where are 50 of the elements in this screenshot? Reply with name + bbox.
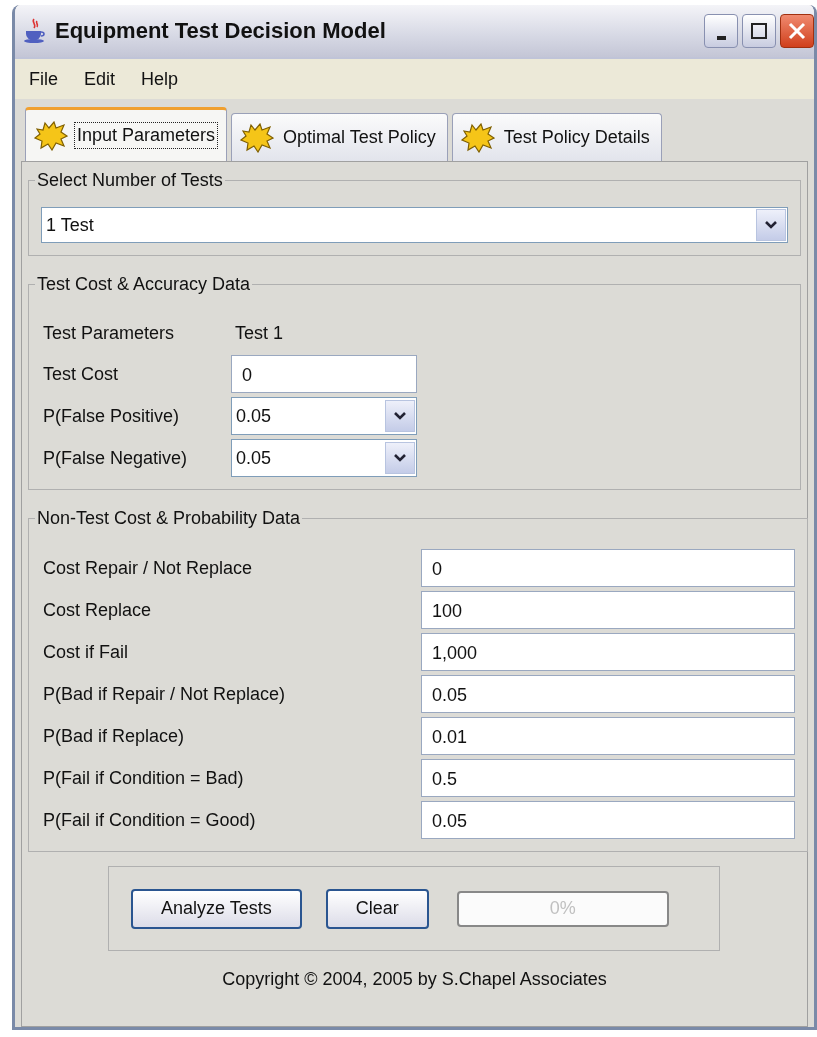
- input-field[interactable]: 0.05: [421, 801, 795, 839]
- close-button[interactable]: [780, 14, 814, 48]
- progress-text: 0%: [549, 898, 576, 919]
- input-field[interactable]: 1,000: [421, 633, 795, 671]
- field-label: Cost Replace: [42, 599, 153, 621]
- menu-item[interactable]: Help: [141, 68, 205, 90]
- starburst-icon: [460, 122, 495, 153]
- coffee-cup-icon: [23, 18, 47, 44]
- field-label: P(False Positive): [42, 405, 181, 427]
- field-label: Cost Repair / Not Replace: [42, 557, 254, 579]
- group-title: Select Number of Tests: [36, 170, 224, 191]
- push-button[interactable]: Analyze Tests: [131, 888, 302, 929]
- input-field[interactable]: 0.01: [421, 717, 795, 755]
- input-field[interactable]: 0: [421, 549, 795, 587]
- field-label: P(Bad if Replace): [42, 725, 186, 747]
- menu-item[interactable]: File: [29, 68, 84, 90]
- column-header: Test Parameters: [42, 322, 176, 344]
- input-field[interactable]: 0.5: [421, 759, 795, 797]
- starburst-icon: [34, 120, 68, 151]
- input-field[interactable]: 0.05: [421, 675, 795, 713]
- group-title: Test Cost & Accuracy Data: [36, 274, 252, 295]
- chevron-down-icon: [393, 453, 407, 463]
- menu-item[interactable]: Edit: [84, 68, 142, 90]
- value-dropdown[interactable]: 0.05: [231, 397, 417, 435]
- input-field[interactable]: 0: [231, 355, 417, 393]
- column-header: Test 1: [234, 322, 285, 345]
- window-title: Equipment Test Decision Model: [55, 18, 387, 44]
- push-button[interactable]: Clear: [325, 888, 429, 929]
- close-icon: [788, 22, 806, 40]
- minimize-button[interactable]: [704, 14, 738, 48]
- tab[interactable]: Test Policy Details: [451, 113, 662, 161]
- maximize-button[interactable]: [742, 14, 776, 48]
- copyright-text: Copyright © 2004, 2005 by S.Chapel Associates: [221, 969, 608, 990]
- tab[interactable]: Optimal Test Policy: [231, 113, 448, 161]
- minimize-icon: [716, 36, 726, 40]
- field-label: P(Fail if Condition = Good): [42, 809, 257, 831]
- chevron-down-icon: [764, 220, 778, 230]
- starburst-icon: [240, 122, 275, 153]
- field-label: Test Cost: [42, 363, 120, 385]
- tab[interactable]: Input Parameters: [25, 107, 228, 161]
- field-label: P(False Negative): [42, 447, 189, 469]
- input-field[interactable]: 100: [421, 591, 795, 629]
- field-label: Cost if Fail: [42, 641, 130, 663]
- group-title: Non-Test Cost & Probability Data: [36, 508, 302, 529]
- tests-dropdown[interactable]: 1 Test: [41, 207, 788, 243]
- field-label: P(Fail if Condition = Bad): [42, 767, 245, 789]
- value-dropdown[interactable]: 0.05: [231, 439, 417, 477]
- field-label: P(Bad if Repair / Not Replace): [42, 683, 287, 705]
- chevron-down-icon: [393, 411, 407, 421]
- maximize-icon: [750, 22, 768, 40]
